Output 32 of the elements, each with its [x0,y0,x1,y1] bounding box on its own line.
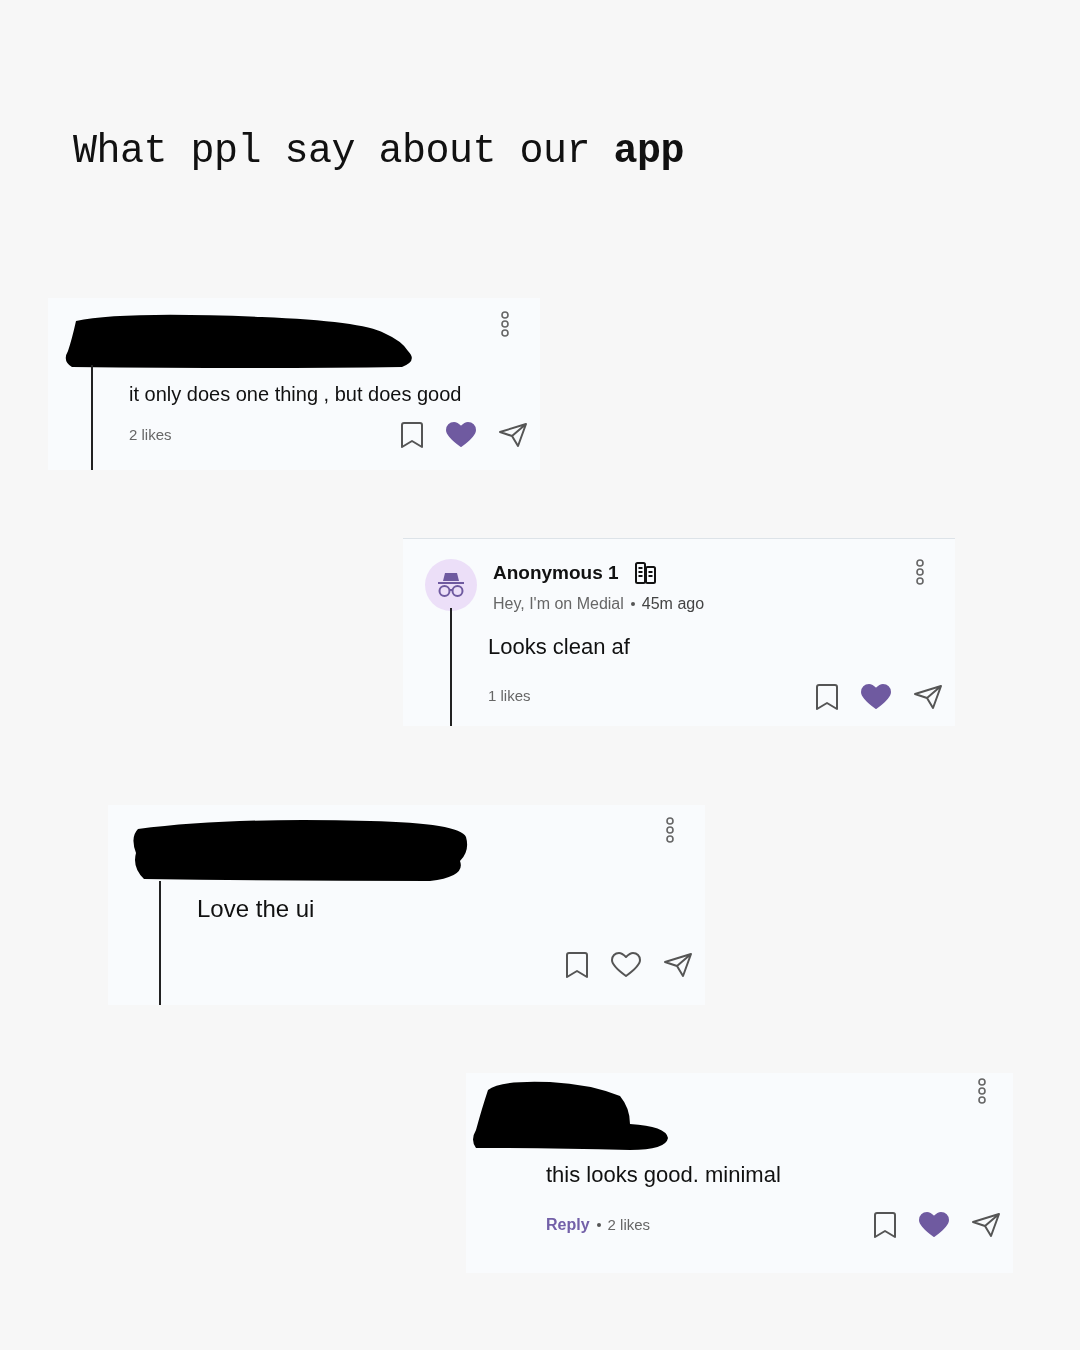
heart-icon[interactable] [446,422,476,448]
bookmark-icon[interactable] [873,1211,897,1239]
heart-icon[interactable] [919,1212,949,1238]
reply-link[interactable]: Reply [546,1213,590,1237]
timestamp: 45m ago [641,594,705,612]
comment-text: Looks clean af [488,632,631,661]
comment-text: this looks good. minimal [546,1161,782,1189]
heart-icon[interactable] [611,952,641,978]
incognito-icon [436,572,466,598]
more-icon[interactable] [977,1078,987,1104]
comment-text: it only does one thing , but does good [129,382,463,407]
send-icon[interactable] [971,1212,1001,1238]
more-icon[interactable] [665,817,675,843]
send-icon[interactable] [663,952,693,978]
more-icon[interactable] [915,559,925,585]
comment-text: Love the ui [197,894,316,924]
bookmark-icon[interactable] [400,421,424,449]
like-count: 1 likes [488,686,531,707]
columns-icon [634,562,657,585]
like-count: 2 likes [129,424,172,445]
more-icon[interactable] [500,311,510,337]
bullet-dot [630,602,635,607]
bookmark-icon[interactable] [815,682,839,711]
author-name: Anonymous 1 [493,561,619,585]
page-title: What ppl say about our app [72,128,686,176]
author-subtitle: Hey, I'm on Medial [493,594,624,612]
like-count: 2 likes [607,1214,651,1235]
bookmark-icon[interactable] [565,951,589,979]
heart-icon[interactable] [861,683,891,710]
send-icon[interactable] [913,683,943,710]
bullet-dot [596,1223,601,1227]
send-icon[interactable] [498,422,528,448]
